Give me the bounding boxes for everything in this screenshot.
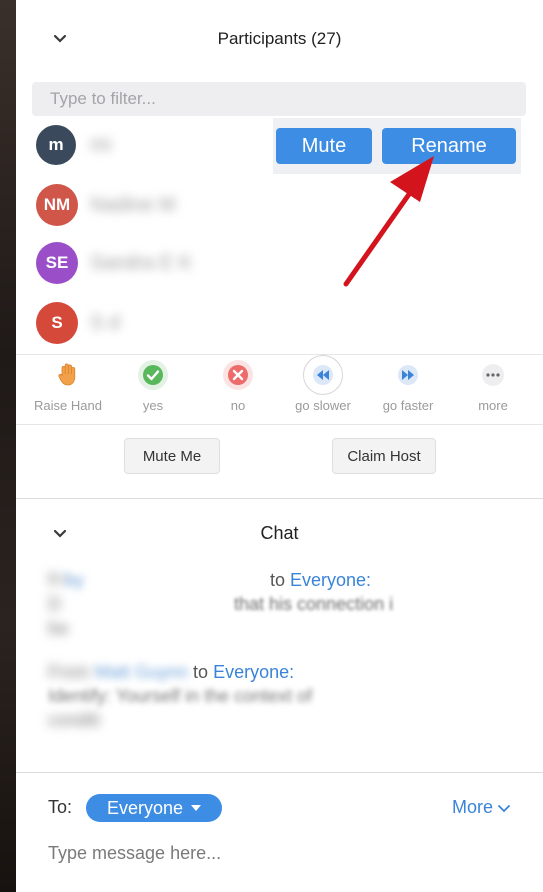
from-label: From	[48, 662, 95, 682]
mute-participant-button[interactable]: Mute	[276, 128, 372, 164]
raise-hand-icon	[53, 360, 83, 390]
more-label: More	[452, 797, 494, 817]
reaction-label: no	[230, 398, 246, 413]
rewind-icon	[303, 355, 343, 395]
participant-name: Nadine M	[90, 194, 176, 216]
reaction-label: go faster	[382, 398, 434, 413]
avatar: m	[36, 125, 76, 165]
message-text: ba	[48, 618, 69, 638]
participant-row[interactable]: S S d	[16, 298, 543, 350]
background-video-strip	[0, 0, 16, 892]
participants-chat-panel: Participants (27) m mi NM Nadine M SE Sa…	[16, 0, 543, 892]
chat-message-input[interactable]	[48, 838, 508, 868]
section-divider	[16, 498, 543, 499]
participants-title: Participants (27)	[217, 29, 342, 48]
yes-button[interactable]: yes	[115, 360, 191, 413]
chat-title: Chat	[260, 523, 299, 543]
participants-filter-input[interactable]	[32, 82, 526, 116]
sender-name: by	[65, 570, 85, 590]
chat-message-header: Fr by to Everyone:	[48, 568, 393, 592]
recipient-dropdown-value: Everyone	[106, 797, 184, 818]
to-word: to	[265, 570, 291, 590]
chat-message: Fr by to Everyone: Dthat his connection …	[48, 568, 393, 640]
ellipsis-icon	[478, 360, 508, 390]
divider	[16, 424, 543, 425]
participant-row[interactable]: SE Sandra E K	[16, 238, 543, 290]
message-text: Identify: Yourself in the context of	[48, 686, 313, 706]
caret-down-icon	[191, 805, 202, 811]
chat-message-header: From Matt Guynn to Everyone:	[48, 660, 312, 684]
mute-me-button[interactable]: Mute Me	[124, 438, 220, 474]
go-faster-button[interactable]: go faster	[370, 360, 446, 413]
message-text: conditi	[48, 710, 101, 730]
x-icon	[223, 360, 253, 390]
reaction-label: Raise Hand	[34, 398, 102, 413]
participant-row[interactable]: NM Nadine M	[16, 180, 543, 232]
message-text: that his connection i	[234, 594, 394, 614]
from-label: Fr	[48, 570, 65, 590]
avatar: NM	[36, 184, 78, 226]
chat-message: From Matt Guynn to Everyone: Identify: Y…	[48, 660, 312, 732]
no-button[interactable]: no	[200, 360, 276, 413]
recipient-dropdown[interactable]: Everyone	[86, 794, 222, 822]
divider	[16, 354, 543, 355]
reaction-label: go slower	[295, 398, 351, 413]
to-label: To:	[48, 797, 73, 817]
reaction-label: yes	[142, 398, 164, 413]
to-word: to	[188, 662, 214, 682]
more-button[interactable]: More	[452, 797, 511, 818]
recipient-name: Everyone:	[290, 570, 372, 590]
raise-hand-button[interactable]: Raise Hand	[30, 360, 106, 413]
go-slower-button[interactable]: go slower	[285, 355, 361, 413]
sender-name: Matt Guynn	[95, 662, 189, 682]
chevron-down-icon	[498, 804, 510, 812]
message-text-blurred: D	[48, 594, 61, 614]
check-icon	[138, 360, 168, 390]
chat-message-body: Dthat his connection i	[48, 592, 393, 616]
participant-name: mi	[90, 134, 112, 156]
participant-name: Sandra E K	[90, 252, 193, 274]
claim-host-button[interactable]: Claim Host	[332, 438, 436, 474]
reaction-label: more	[478, 398, 508, 413]
fast-forward-icon	[393, 360, 423, 390]
avatar: SE	[36, 242, 78, 284]
section-divider	[16, 772, 543, 773]
avatar: S	[36, 302, 78, 344]
recipient-name: Everyone:	[213, 662, 295, 682]
rename-participant-button[interactable]: Rename	[382, 128, 516, 164]
participant-name: S d	[90, 312, 121, 334]
more-reactions-button[interactable]: more	[455, 360, 531, 413]
